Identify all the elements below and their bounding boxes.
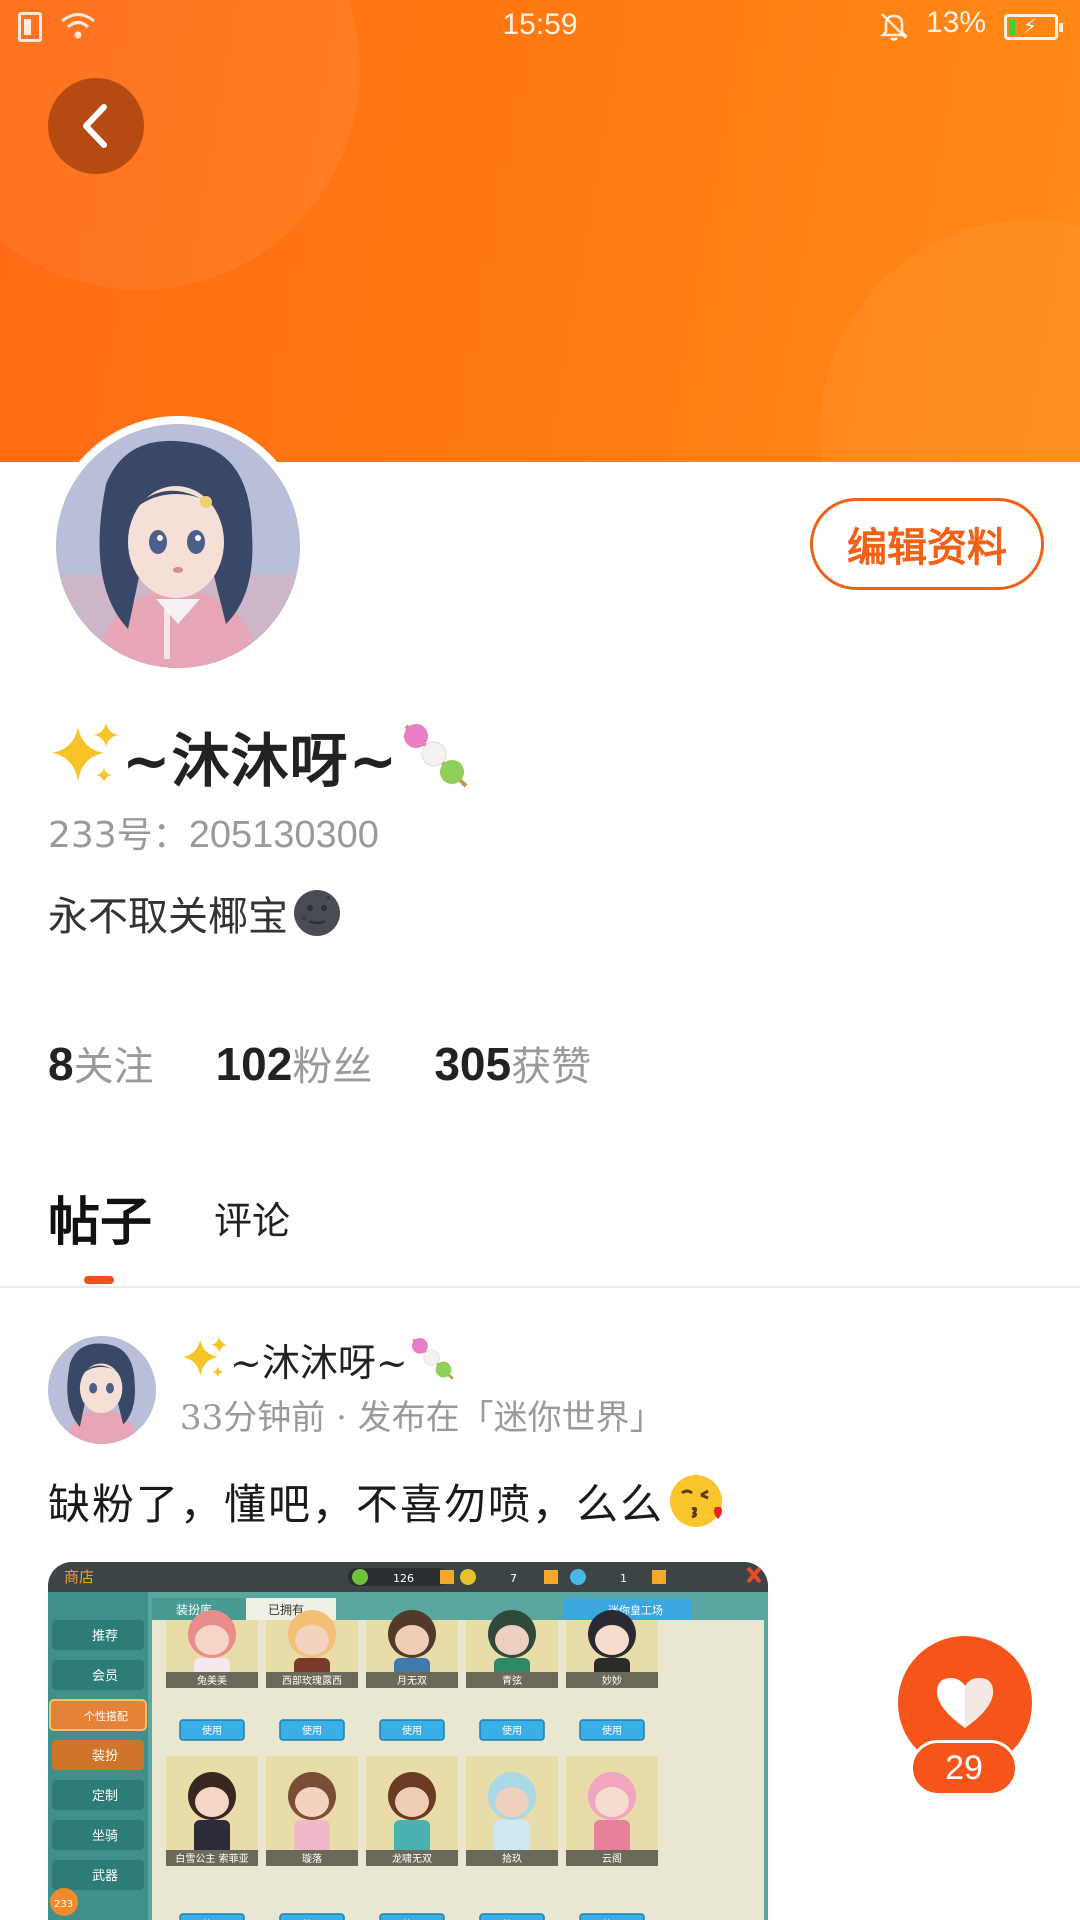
- followers-stat[interactable]: 102 粉丝: [216, 1034, 373, 1092]
- shop-item-name: 妙妙: [602, 1674, 622, 1687]
- post-text: 缺粉了，懂吧，不喜勿喷，么么: [48, 1468, 728, 1534]
- active-tab-indicator: [84, 1276, 114, 1284]
- likes-count: 305: [434, 1038, 512, 1090]
- chevron-left-icon: [83, 104, 107, 148]
- shop-sidebar-item: 装扮: [92, 1749, 118, 1764]
- profile-avatar[interactable]: [48, 416, 308, 676]
- avatar-face: [595, 1787, 629, 1817]
- battery-percent: 13%: [926, 6, 987, 39]
- dango-icon: [404, 724, 468, 788]
- avatar-face: [595, 1625, 629, 1655]
- shop-item-name: 璇落: [302, 1852, 322, 1865]
- post-meta: 33分钟前 · 发布在「迷你世界」: [180, 1398, 664, 1438]
- shop-sidebar-item: 会员: [92, 1669, 118, 1684]
- status-bar: 15:59 13% ⚡: [0, 0, 1080, 52]
- shop-item-name: 月无双: [397, 1675, 427, 1687]
- heart-icon: [937, 1678, 993, 1728]
- likes-label: 获赞: [511, 1044, 592, 1090]
- shop-use-label: 使用: [602, 1724, 622, 1737]
- avatar-face: [195, 1625, 229, 1655]
- followers-count: 102: [215, 1038, 293, 1090]
- sparkles-icon: [182, 1336, 228, 1378]
- profile-name-row: ~沐沐呀~: [48, 716, 474, 796]
- kissing-face-icon: [670, 1475, 723, 1527]
- post-author-avatar[interactable]: [48, 1336, 156, 1444]
- sparkles-icon: [52, 723, 118, 783]
- shop-sidebar-item: 武器: [92, 1869, 118, 1884]
- currency-1: 126: [393, 1572, 414, 1585]
- currency-2: 7: [510, 1572, 517, 1585]
- shop-item-name: 白雪公主 索菲亚: [175, 1852, 248, 1865]
- edit-profile-button[interactable]: 编辑资料: [810, 498, 1044, 590]
- tab-posts[interactable]: 帖子: [48, 1180, 152, 1255]
- avatar: [56, 424, 300, 668]
- dango-icon: [411, 1337, 454, 1380]
- like-count: 29: [910, 1740, 1018, 1796]
- shop-item-name: 西部玫瑰露西: [282, 1674, 342, 1687]
- banner-decoration: [820, 220, 1080, 462]
- shop-item-name: 龙啸无双: [392, 1852, 432, 1865]
- following-count: 8: [48, 1038, 74, 1090]
- user-id-value: 205130300: [188, 814, 379, 856]
- shop-item-name: 青弦: [502, 1674, 522, 1687]
- shop-use-label: 使用: [502, 1724, 522, 1737]
- avatar-face: [495, 1625, 529, 1655]
- avatar-face: [395, 1625, 429, 1655]
- shop-item-name: 云阁: [602, 1852, 622, 1865]
- battery-icon: ⚡: [1004, 14, 1063, 40]
- post-body: 缺粉了，懂吧，不喜勿喷，么么: [48, 1479, 665, 1529]
- shop-use-label: 使用: [302, 1724, 322, 1737]
- post-author-label: ~沐沐呀~: [230, 1340, 408, 1385]
- app-badge: 233: [54, 1899, 73, 1910]
- status-time: 15:59: [502, 8, 578, 41]
- back-button[interactable]: [48, 78, 144, 174]
- currency-3: 1: [620, 1572, 627, 1585]
- avatar-face: [295, 1787, 329, 1817]
- following-label: 关注: [73, 1044, 154, 1090]
- shop-use-label: 使用: [202, 1724, 222, 1737]
- avatar-face: [495, 1787, 529, 1817]
- charging-icon: ⚡: [1023, 14, 1038, 38]
- user-id-label: 233号：: [48, 815, 189, 856]
- shop-item-name: 兔美美: [197, 1674, 227, 1687]
- user-id: 233号：205130300: [48, 806, 379, 858]
- profile-stats: 8 关注 102 粉丝 305 获赞: [48, 1034, 653, 1094]
- post-author-name[interactable]: ~沐沐呀~: [180, 1332, 458, 1386]
- profile-bio: 永不取关椰宝: [48, 886, 342, 940]
- post-card[interactable]: ~沐沐呀~ 33分钟前 · 发布在「迷你世界」 缺粉了，懂吧，不喜勿喷，么么 商…: [0, 1290, 1080, 1920]
- avatar-face: [195, 1787, 229, 1817]
- new-moon-face-icon: [294, 890, 340, 936]
- shop-sidebar-item: 定制: [92, 1789, 118, 1804]
- shop-item-name: 拾玖: [502, 1852, 522, 1865]
- following-stat[interactable]: 8 关注: [48, 1034, 154, 1092]
- shop-sidebar-item: 个性搭配: [84, 1709, 128, 1723]
- shop-sidebar-item: 坐骑: [92, 1829, 118, 1844]
- post-image[interactable]: 商店 126 7 1 推荐 会员 个性搭配 装扮 定制 坐骑 武器 233 装扮…: [48, 1562, 768, 1920]
- avatar-face: [295, 1625, 329, 1655]
- profile-banner: [0, 0, 1080, 462]
- tab-comments[interactable]: 评论: [214, 1190, 290, 1245]
- content-tabs: 帖子 评论: [0, 1150, 1080, 1288]
- shop-sidebar-item: 推荐: [92, 1629, 118, 1644]
- profile-name: ~沐沐呀~: [122, 727, 399, 795]
- shop-title: 商店: [64, 1568, 94, 1586]
- avatar-face: [395, 1787, 429, 1817]
- battery-level: [1009, 19, 1015, 35]
- bio-text: 永不取关椰宝: [48, 894, 288, 940]
- likes-stat[interactable]: 305 获赞: [434, 1034, 591, 1092]
- shop-use-label: 使用: [402, 1724, 422, 1737]
- bell-muted-icon: [879, 13, 909, 41]
- followers-label: 粉丝: [292, 1044, 373, 1090]
